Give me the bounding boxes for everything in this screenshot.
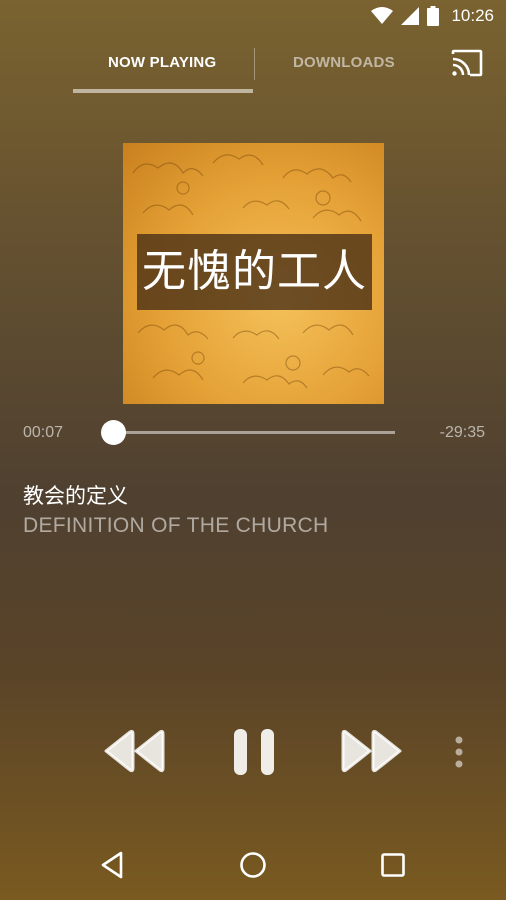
active-tab-indicator: [73, 89, 253, 93]
track-title: 教会的定义: [23, 484, 128, 508]
back-icon[interactable]: [93, 845, 133, 885]
time-elapsed: 00:07: [23, 424, 64, 441]
tab-divider: [254, 48, 255, 80]
seek-bar-track[interactable]: [112, 431, 395, 434]
battery-icon: [427, 6, 440, 26]
cover-title: 无愧的工人: [142, 246, 367, 297]
album-cover: 无愧的工人: [123, 143, 384, 404]
track-subtitle: DEFINITION OF THE CHURCH: [23, 514, 329, 537]
tab-bar: NOW PLAYING DOWNLOADS: [0, 40, 506, 96]
cast-icon[interactable]: [450, 48, 484, 78]
home-icon[interactable]: [233, 845, 273, 885]
more-vert-icon[interactable]: [453, 735, 465, 769]
time-remaining: -29:35: [439, 424, 485, 441]
status-bar: 10:26: [0, 0, 506, 36]
status-icons: 10:26: [371, 6, 494, 26]
tab-now-playing[interactable]: NOW PLAYING: [108, 54, 216, 71]
pause-icon[interactable]: [232, 728, 276, 776]
signal-icon: [401, 7, 420, 25]
seek-bar-thumb[interactable]: [101, 420, 127, 445]
tab-downloads[interactable]: DOWNLOADS: [293, 54, 395, 71]
status-time: 10:26: [451, 6, 494, 25]
fast-forward-icon[interactable]: [340, 729, 402, 773]
rewind-icon[interactable]: [104, 729, 166, 773]
recents-icon[interactable]: [373, 845, 413, 885]
wifi-icon: [371, 7, 394, 24]
